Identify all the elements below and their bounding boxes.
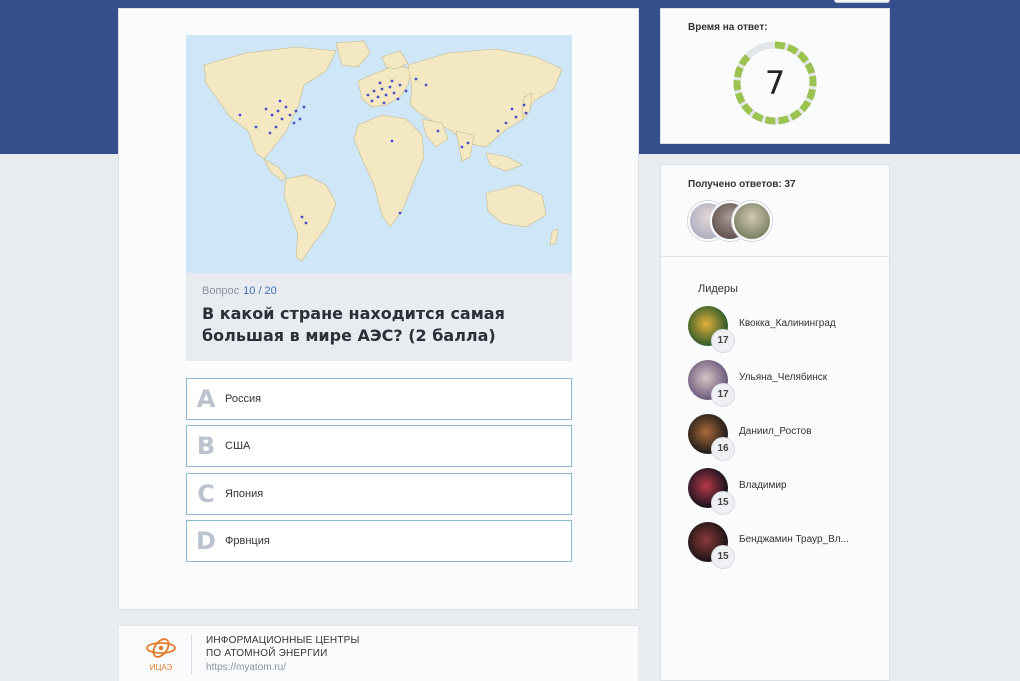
timer-card: Время на ответ: 7 — [660, 8, 890, 144]
leader-item: 15 Владимир — [688, 468, 878, 515]
leaders-title: Лидеры — [698, 283, 738, 295]
question-text: В какой стране находится самая большая в… — [202, 304, 505, 345]
question-label: Вопрос — [202, 285, 240, 297]
leader-score-badge: 15 — [711, 491, 735, 515]
answers-received-label: Получено ответов: — [688, 179, 782, 190]
world-map-graphic — [186, 35, 572, 273]
footer-url-link[interactable]: https://myatom.ru/ — [206, 662, 286, 673]
leader-score-badge: 16 — [711, 437, 735, 461]
footer-title: ИНФОРМАЦИОННЫЕ ЦЕНТРЫ ПО АТОМНОЙ ЭНЕРГИИ — [206, 634, 360, 660]
question-box: Вопрос 10 / 20 В какой стране находится с… — [186, 273, 572, 361]
answers-received-count: 37 — [784, 179, 796, 190]
answer-letter: C — [197, 480, 215, 508]
answer-label: Фрвнция — [225, 535, 270, 547]
quiz-card: Вопрос 10 / 20 В какой стране находится с… — [118, 8, 639, 610]
question-number: 10 / 20 — [243, 285, 277, 297]
leader-item: 17 Квокка_Калининград — [688, 306, 878, 353]
answer-option-b[interactable]: B США — [186, 425, 572, 467]
leader-item: 15 Бенджамин Траур_Вл... — [688, 522, 878, 569]
leader-name: Даниил_Ростов — [739, 426, 812, 437]
logo-text: ИЦАЭ — [150, 663, 173, 672]
leader-item: 17 Ульяна_Челябинск — [688, 360, 878, 407]
answer-option-c[interactable]: C Япония — [186, 473, 572, 515]
answer-option-d[interactable]: D Фрвнция — [186, 520, 572, 562]
section-divider — [661, 256, 891, 257]
myatom-logo: ИЦАЭ — [143, 634, 179, 674]
leader-name: Владимир — [739, 480, 787, 491]
responses-leaders-card: Получено ответов: 37 Лидеры 17 Квокка_Ка… — [660, 164, 891, 681]
answer-label: Россия — [225, 393, 262, 405]
timer-label: Время на ответ: — [688, 22, 768, 33]
footer-title-line2: ПО АТОМНОЙ ЭНЕРГИИ — [206, 648, 328, 659]
answers-received: Получено ответов: 37 — [688, 179, 796, 190]
avatar — [732, 201, 772, 241]
answer-letter: B — [196, 432, 216, 460]
header-button[interactable] — [834, 0, 890, 3]
footer-title-line1: ИНФОРМАЦИОННЫЕ ЦЕНТРЫ — [206, 635, 360, 646]
leader-score-badge: 15 — [711, 545, 735, 569]
answer-option-a[interactable]: A Россия — [186, 378, 572, 420]
leader-score-badge: 17 — [711, 329, 735, 353]
logo-divider — [191, 634, 192, 674]
answer-label: Япония — [225, 488, 264, 500]
leader-item: 16 Даниил_Ростов — [688, 414, 878, 461]
world-map-image — [186, 35, 572, 273]
answer-label: США — [225, 440, 251, 452]
leader-name: Бенджамин Траур_Вл... — [739, 534, 849, 545]
answer-letter: D — [196, 527, 216, 555]
leader-score-badge: 17 — [711, 383, 735, 407]
timer-value: 7 — [764, 64, 786, 102]
question-meta: Вопрос 10 / 20 — [202, 285, 556, 297]
footer-card: ИЦАЭ ИНФОРМАЦИОННЫЕ ЦЕНТРЫ ПО АТОМНОЙ ЭН… — [118, 625, 639, 681]
leader-name: Ульяна_Челябинск — [739, 372, 828, 383]
leader-name: Квокка_Калининград — [739, 318, 836, 329]
answer-letter: A — [196, 385, 216, 413]
